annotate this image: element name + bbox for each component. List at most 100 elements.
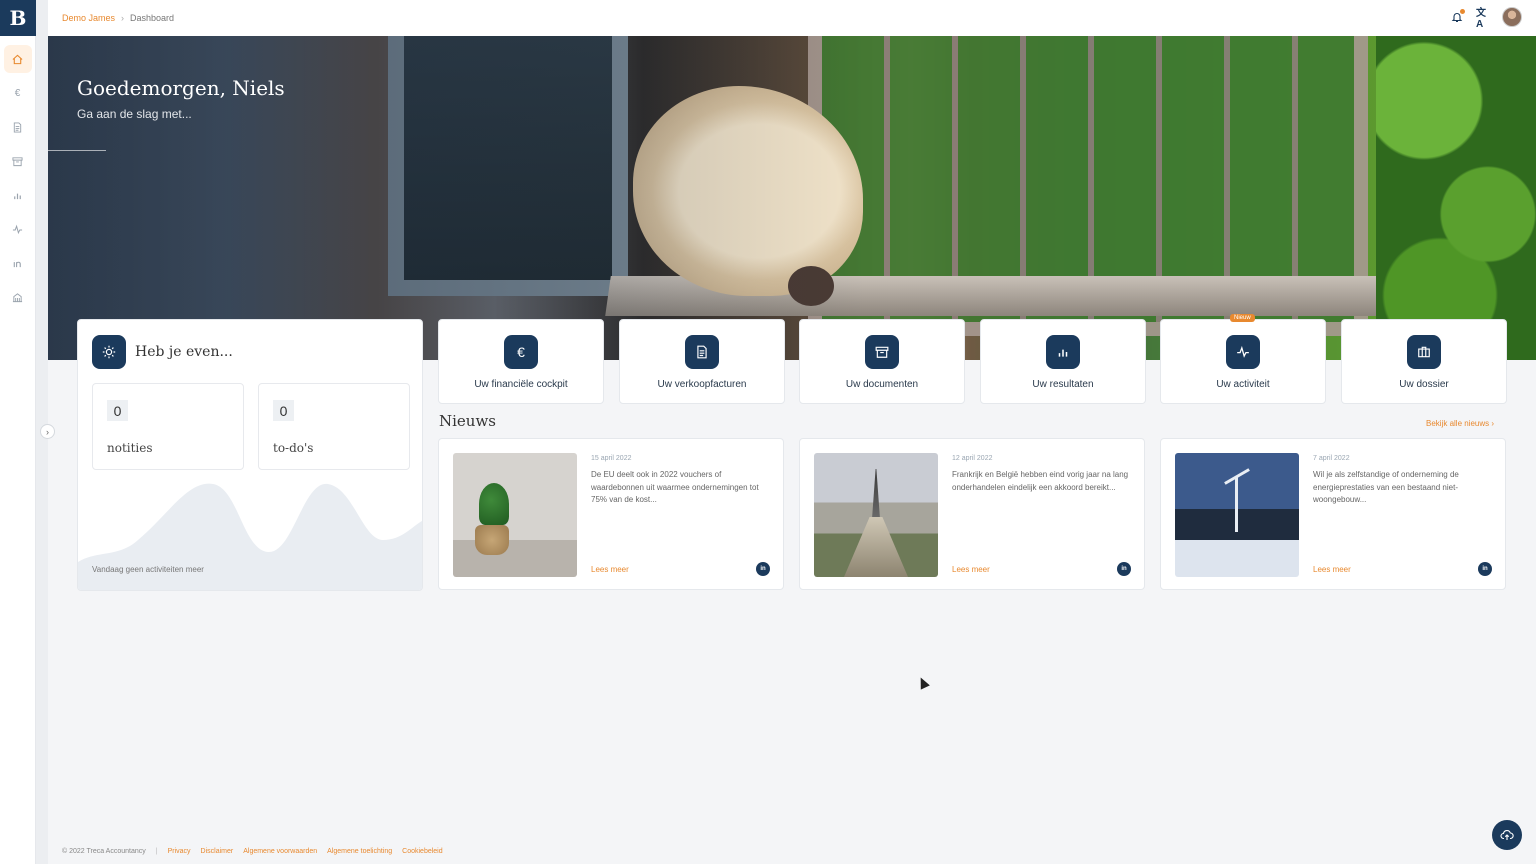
breadcrumb-current: Dashboard <box>130 13 175 23</box>
sidebar-item-finance[interactable]: € <box>4 79 32 107</box>
tile-label: Uw documenten <box>845 379 919 390</box>
tile-icon-badge <box>685 335 719 369</box>
sidebar-item-linkedin[interactable] <box>4 249 32 277</box>
tile-label: Uw financiële cockpit <box>474 379 568 390</box>
footer-copyright: © 2022 Treca Accountancy <box>62 848 146 855</box>
news-date: 12 april 2022 <box>952 455 993 462</box>
archive-icon <box>875 346 889 358</box>
tile-label: Uw resultaten <box>1032 379 1094 390</box>
footer: © 2022 Treca Accountancy | Privacy Discl… <box>62 848 443 855</box>
read-more-link[interactable]: Lees meer <box>952 565 990 574</box>
quick-overview-title: Heb je even... <box>135 344 233 360</box>
euro-icon: € <box>517 344 525 360</box>
upload-button[interactable] <box>1492 820 1522 850</box>
news-title: Nieuws <box>439 412 496 430</box>
breadcrumb: Demo James › Dashboard <box>62 13 174 23</box>
euro-icon: € <box>14 87 21 99</box>
hero-divider <box>48 150 106 151</box>
news-card[interactable]: 7 april 2022 Wil je als zelfstandige of … <box>1160 438 1506 590</box>
news-excerpt: De EU deelt ook in 2022 vouchers of waar… <box>591 470 759 504</box>
sidebar-item-results[interactable] <box>4 181 32 209</box>
bar-chart-icon <box>1058 349 1068 357</box>
tile-icon-badge <box>865 335 899 369</box>
news-date: 7 april 2022 <box>1313 455 1350 462</box>
app-logo[interactable]: B <box>0 0 36 36</box>
briefcase-icon <box>1418 346 1430 358</box>
news-date: 15 april 2022 <box>591 455 632 462</box>
footer-link-disclaimer[interactable]: Disclaimer <box>201 848 234 855</box>
tile-icon-badge <box>1226 335 1260 369</box>
tile-label: Uw verkoopfacturen <box>657 379 747 390</box>
tile-icon-badge <box>1046 335 1080 369</box>
news-image <box>1175 453 1299 577</box>
news-image <box>814 453 938 577</box>
activity-icon <box>12 224 23 234</box>
chevron-right-icon: › <box>46 426 49 437</box>
language-button[interactable]: 文A <box>1476 8 1490 30</box>
cloud-upload-icon <box>1500 830 1514 840</box>
read-more-link[interactable]: Lees meer <box>591 565 629 574</box>
tile-icon-badge <box>1407 335 1441 369</box>
news-image <box>453 453 577 577</box>
sidebar-item-activity[interactable] <box>4 215 32 243</box>
todos-count: 0 <box>273 400 294 421</box>
news-excerpt: Wil je als zelfstandige of onderneming d… <box>1313 470 1459 504</box>
footer-separator: | <box>155 848 158 855</box>
translate-icon: 文A <box>1476 8 1486 30</box>
tile-results[interactable]: Uw resultaten <box>980 319 1146 404</box>
hero-banner: Goedemorgen, Niels Ga aan de slag met... <box>48 36 1536 360</box>
sun-icon <box>102 345 116 359</box>
tile-sales-invoices[interactable]: Uw verkoopfacturen <box>619 319 785 404</box>
footer-link-cookies[interactable]: Cookiebeleid <box>402 848 442 855</box>
greeting-subtitle: Ga aan de slag met... <box>77 107 192 121</box>
linkedin-icon[interactable]: in <box>1117 562 1131 576</box>
read-more-link[interactable]: Lees meer <box>1313 565 1351 574</box>
sidebar-item-home[interactable] <box>3 45 32 73</box>
quick-overview-card: Heb je even... 0 notities 0 to-do's Vand… <box>77 319 423 591</box>
notes-label: notities <box>107 441 153 455</box>
footer-link-explanation[interactable]: Algemene toelichting <box>327 848 392 855</box>
view-all-news-label: Bekijk alle nieuws <box>1426 419 1490 428</box>
linkedin-icon[interactable]: in <box>1478 562 1492 576</box>
sidebar-item-documents[interactable] <box>4 147 32 175</box>
tile-activity[interactable]: Nieuw Uw activiteit <box>1160 314 1326 404</box>
activity-icon <box>1237 345 1249 358</box>
todos-label: to-do's <box>273 441 314 455</box>
quick-overview-header: Heb je even... <box>92 335 233 369</box>
greeting-title: Goedemorgen, Niels <box>77 76 285 100</box>
sidebar-item-dossier[interactable] <box>4 283 32 311</box>
tile-label: Uw activiteit <box>1216 379 1270 390</box>
footer-link-terms[interactable]: Algemene voorwaarden <box>243 848 317 855</box>
home-icon <box>12 54 23 64</box>
tile-icon-badge: € <box>504 335 538 369</box>
document-icon <box>13 121 22 133</box>
notification-dot <box>1460 9 1465 14</box>
no-activity-text: Vandaag geen activiteiten meer <box>92 565 204 574</box>
todos-stat[interactable]: 0 to-do's <box>258 383 410 470</box>
linkedin-icon[interactable]: in <box>756 562 770 576</box>
archive-icon <box>12 156 23 166</box>
sidebar-expand-button[interactable]: › <box>40 424 55 439</box>
tile-label: Uw dossier <box>1399 379 1449 390</box>
user-avatar[interactable] <box>1502 7 1522 27</box>
notes-stat[interactable]: 0 notities <box>92 383 244 470</box>
sidebar: B € <box>0 0 36 864</box>
mouse-cursor-icon <box>916 675 930 690</box>
sidebar-item-invoices[interactable] <box>4 113 32 141</box>
tile-dossier[interactable]: Uw dossier <box>1341 319 1507 404</box>
tile-documents[interactable]: Uw documenten <box>799 319 965 404</box>
bar-chart-icon <box>14 193 21 199</box>
topbar-actions: 文A <box>1450 7 1522 30</box>
linkedin-icon <box>13 259 21 267</box>
sidebar-nav: € <box>0 36 35 314</box>
breadcrumb-client[interactable]: Demo James <box>62 13 115 23</box>
sun-icon-badge <box>92 335 126 369</box>
footer-link-privacy[interactable]: Privacy <box>168 848 191 855</box>
news-card[interactable]: 15 april 2022 De EU deelt ook in 2022 vo… <box>438 438 784 590</box>
notifications-button[interactable] <box>1450 9 1465 24</box>
document-icon <box>697 345 707 359</box>
new-badge: Nieuw <box>1230 314 1255 322</box>
news-card[interactable]: 12 april 2022 Frankrijk en België hebben… <box>799 438 1145 590</box>
tile-financial-cockpit[interactable]: € Uw financiële cockpit <box>438 319 604 404</box>
view-all-news-link[interactable]: Bekijk alle nieuws › <box>1426 419 1494 428</box>
